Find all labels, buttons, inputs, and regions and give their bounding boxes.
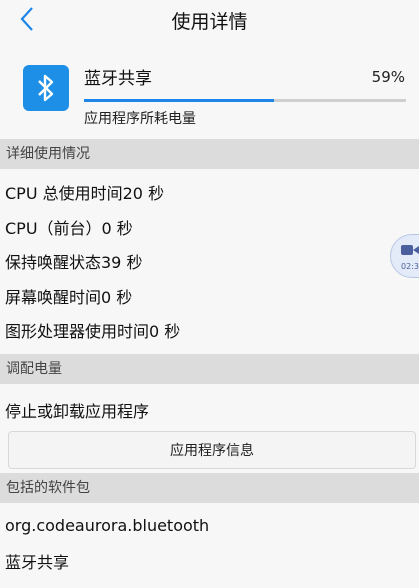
section-header-details: 详细使用情况 <box>0 139 419 169</box>
page-title: 使用详情 <box>171 11 248 33</box>
top-bar: 使用详情 <box>0 0 419 43</box>
usage-bar-fill <box>84 99 274 102</box>
detail-row: CPU（前台）0 秒 <box>5 219 133 238</box>
detail-row: 屏幕唤醒时间0 秒 <box>5 288 133 307</box>
bluetooth-icon <box>23 65 69 111</box>
video-camera-icon <box>400 242 419 261</box>
app-summary: 蓝牙共享 59% 应用程序所耗电量 <box>0 42 419 138</box>
floating-recorder-button[interactable]: 02:3 <box>390 234 419 278</box>
app-name: 蓝牙共享 <box>84 69 152 89</box>
section-header-adjust: 调配电量 <box>0 354 419 384</box>
detail-row: 图形处理器使用时间0 秒 <box>5 322 181 341</box>
usage-bar <box>84 99 406 102</box>
usage-subtitle: 应用程序所耗电量 <box>84 111 196 127</box>
package-item: org.codeaurora.bluetooth <box>5 516 210 535</box>
section-header-packages: 包括的软件包 <box>0 473 419 503</box>
app-info-button[interactable]: 应用程序信息 <box>8 431 416 469</box>
recorder-time: 02:3 <box>401 261 419 271</box>
detail-row: 保持唤醒状态39 秒 <box>5 253 143 272</box>
detail-row: CPU 总使用时间20 秒 <box>5 184 165 203</box>
stop-uninstall-item[interactable]: 停止或卸载应用程序 <box>5 398 149 422</box>
package-item: 蓝牙共享 <box>5 553 70 572</box>
usage-percent: 59% <box>371 68 405 86</box>
